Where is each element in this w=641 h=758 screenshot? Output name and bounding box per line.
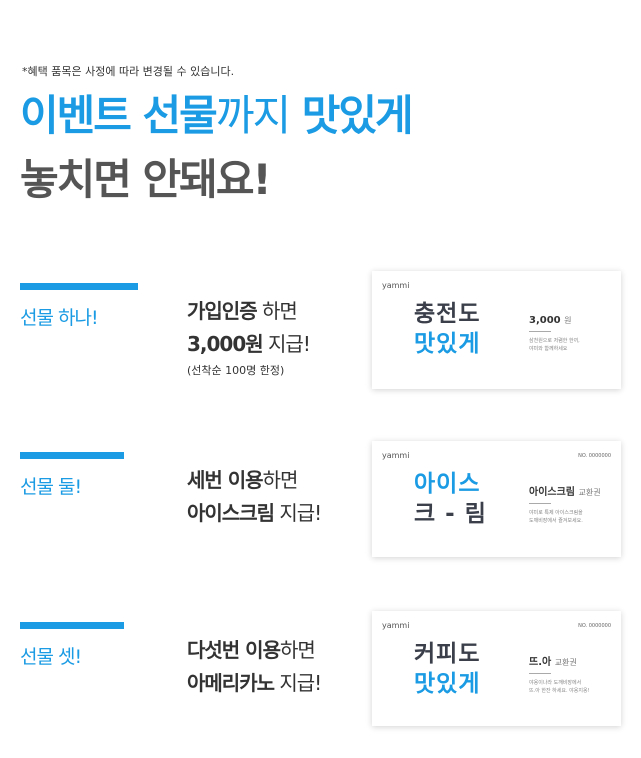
desc-text: 하면 bbox=[262, 468, 299, 492]
desc-note: (선착순 100명 한정) bbox=[187, 364, 285, 377]
headline-part: 맛있게 bbox=[289, 91, 414, 140]
card-big-text: 아이스 크 - 림 bbox=[414, 471, 487, 527]
card-big-text: 충전도 맛있게 bbox=[414, 301, 481, 357]
desc-text: 하면 bbox=[256, 299, 298, 323]
desc-bold: 다섯번 이용 bbox=[187, 638, 281, 662]
desc-text: 지급! bbox=[262, 332, 311, 356]
card-big-text: 커피도 맛있게 bbox=[414, 641, 481, 697]
section-desc: 가입인증 하면 3,000원 지급! (선착순 100명 한정) bbox=[187, 295, 311, 381]
yammi-logo: yammi bbox=[382, 281, 410, 290]
section-desc: 세번 이용하면 아이스크림 지급! bbox=[187, 464, 322, 530]
card-number: NO. 0000000 bbox=[578, 623, 611, 629]
desc-bold: 세번 이용 bbox=[187, 468, 264, 492]
desc-text: 지급! bbox=[274, 671, 322, 695]
card-info: 아이스크림 교환권 야미로 특제 아이스크림을 도깨비장에서 즐겨보세요. bbox=[529, 487, 601, 524]
card-number: NO. 0000000 bbox=[578, 453, 611, 459]
desc-text: 지급! bbox=[274, 501, 322, 525]
headline-line1: 이벤트 선물까지 맛있게 bbox=[20, 88, 414, 144]
section-bar bbox=[20, 283, 138, 290]
desc-bold: 3,000원 bbox=[187, 332, 264, 356]
section-desc: 다섯번 이용하면 아메리카노 지급! bbox=[187, 634, 322, 700]
desc-bold: 가입인증 bbox=[187, 299, 258, 323]
desc-bold: 아메리카노 bbox=[187, 671, 275, 695]
headline-part: 까지 bbox=[215, 91, 291, 140]
notice-text: *혜택 품목은 사정에 따라 변경될 수 있습니다. bbox=[22, 65, 235, 78]
desc-bold: 아이스크림 bbox=[187, 501, 275, 525]
headline-part: 이벤트 선물 bbox=[20, 91, 218, 140]
gift-card-charge: yammi 충전도 맛있게 3,000 원 삼천원으로 저렴한 한끼, 야미와 함께하… bbox=[372, 271, 621, 389]
section-bar bbox=[20, 452, 124, 459]
yammi-logo: yammi bbox=[382, 621, 410, 630]
section-bar bbox=[20, 622, 124, 629]
section-label: 선물 하나! bbox=[20, 307, 99, 329]
desc-text: 하면 bbox=[279, 638, 316, 662]
section-label: 선물 둘! bbox=[20, 476, 82, 498]
section-label: 선물 셋! bbox=[20, 646, 82, 668]
yammi-logo: yammi bbox=[382, 451, 410, 460]
card-info: 3,000 원 삼천원으로 저렴한 한끼, 야미와 함께하세요 bbox=[529, 315, 580, 352]
gift-card-icecream: yammi NO. 0000000 아이스 크 - 림 아이스크림 교환권 야미로 … bbox=[372, 441, 621, 557]
headline-line2: 놓치면 안돼요! bbox=[20, 155, 272, 204]
card-info: 뜨.아 교환권 야옹이나라 도깨비장에서 뜨.아 한잔 하세요. 야옹지옹! bbox=[529, 657, 590, 694]
gift-card-coffee: yammi NO. 0000000 커피도 맛있게 뜨.아 교환권 야옹이나라 도깨… bbox=[372, 611, 621, 726]
